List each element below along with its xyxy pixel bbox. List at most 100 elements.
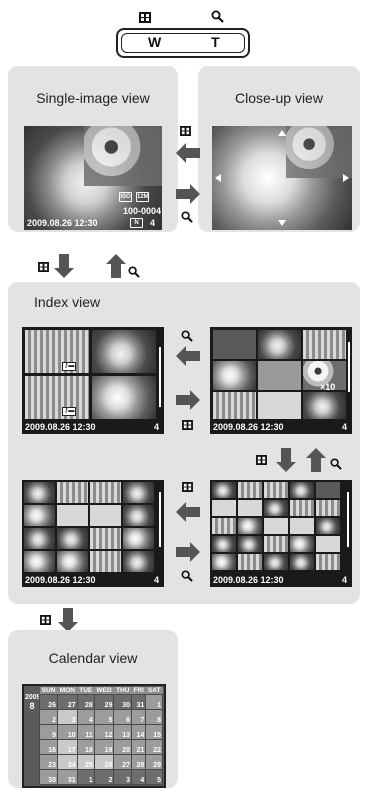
calendar-day[interactable]: 5 [145, 769, 163, 785]
calendar-day[interactable]: 4 [76, 709, 95, 725]
index-25-screen [210, 480, 352, 587]
calendar-day[interactable]: 1 [145, 694, 163, 710]
zoom-lever[interactable]: W T [116, 28, 250, 58]
calendar-day[interactable]: 6 [113, 709, 133, 725]
thumb [238, 536, 262, 552]
thumb [57, 528, 88, 549]
scrollbar[interactable] [159, 347, 161, 407]
calendar-day[interactable]: 2 [93, 769, 115, 785]
thumb [212, 554, 236, 570]
thumb [316, 536, 340, 552]
print-count: ×10 [320, 382, 336, 392]
calendar-day[interactable]: 13 [113, 724, 133, 740]
thumb [123, 528, 154, 549]
calendar-day[interactable]: 19 [93, 739, 115, 755]
datetime-stamp: 2009.08.26 12:30 [213, 575, 284, 585]
thumb [316, 482, 340, 498]
thumb [303, 330, 346, 359]
thumb [303, 392, 346, 419]
index-grid-icon [180, 126, 191, 136]
zoom-lever-inner [121, 33, 245, 53]
calendar-day[interactable]: 3 [113, 769, 133, 785]
calendar-day[interactable]: 24 [57, 754, 78, 770]
calendar-day[interactable]: 29 [93, 694, 115, 710]
calendar-day[interactable]: 2 [39, 709, 58, 725]
index-grid-icon [38, 262, 49, 272]
thumb [316, 518, 340, 534]
calendar-day[interactable]: 30 [39, 769, 58, 785]
scrollbar[interactable] [348, 342, 350, 392]
daisy-photo-part [84, 126, 162, 186]
calendar-day[interactable]: 22 [145, 739, 163, 755]
calendar-day[interactable]: 11 [76, 724, 95, 740]
thumb [258, 330, 301, 359]
calendar-day[interactable]: 4 [131, 769, 147, 785]
arrow-right-icon [176, 184, 200, 204]
image-size-icon: 12M [136, 192, 149, 202]
thumb [24, 528, 55, 549]
thumb [213, 330, 256, 359]
magnifier-icon [128, 266, 140, 278]
datetime-stamp: 2009.08.26 12:30 [213, 422, 284, 432]
calendar-day-header: MON [57, 687, 78, 695]
calendar-day[interactable]: 14 [131, 724, 147, 740]
magnifier-icon [330, 458, 342, 470]
thumb [258, 361, 301, 390]
calendar-day-header: SAT [145, 687, 163, 695]
thumb [290, 554, 314, 570]
calendar-day[interactable]: 8 [145, 709, 163, 725]
thumb [123, 505, 154, 526]
calendar-day[interactable]: 16 [39, 739, 58, 755]
scrollbar[interactable] [159, 492, 161, 547]
calendar-day[interactable]: 15 [145, 724, 163, 740]
index-9-screen: ×10 2009.08.26 12:30 4 [210, 327, 352, 434]
calendar-screen: 2009 8 SUN MON TUE WED THU FRI SAT 26 27 28 29 30 31… [22, 684, 166, 788]
calendar-day[interactable]: 30 [113, 694, 133, 710]
index-title: Index view [34, 294, 101, 310]
calendar-day[interactable]: 20 [113, 739, 133, 755]
calendar-day[interactable]: 18 [76, 739, 95, 755]
thumb [24, 505, 55, 526]
calendar-day[interactable]: 27 [113, 754, 133, 770]
datetime-stamp: 2009.08.26 12:30 [27, 218, 98, 228]
thumb [212, 536, 236, 552]
scrollbar[interactable] [347, 492, 349, 547]
calendar-day[interactable]: 26 [93, 754, 115, 770]
calendar-day[interactable]: 28 [76, 694, 95, 710]
calendar-day[interactable]: 3 [57, 709, 78, 725]
thumb [57, 482, 88, 503]
closeup-screen [212, 126, 352, 230]
arrow-down-icon [276, 448, 296, 472]
thumb [24, 551, 55, 572]
calendar-day[interactable]: 5 [93, 709, 115, 725]
calendar-day[interactable]: 31 [57, 769, 78, 785]
calendar-day[interactable]: 17 [57, 739, 78, 755]
thumb [238, 482, 262, 498]
thumb [92, 376, 156, 419]
calendar-day[interactable]: 12 [93, 724, 115, 740]
calendar-day[interactable]: 29 [145, 754, 163, 770]
calendar-day[interactable]: 10 [57, 724, 78, 740]
calendar-day[interactable]: 23 [39, 754, 58, 770]
thumb [316, 554, 340, 570]
index-grid-icon [40, 615, 51, 625]
calendar-day[interactable]: 7 [131, 709, 147, 725]
calendar-day[interactable]: 28 [131, 754, 147, 770]
index-grid-icon [256, 455, 267, 465]
thumb [264, 536, 288, 552]
calendar-day[interactable]: 26 [39, 694, 58, 710]
calendar-day[interactable]: 27 [57, 694, 78, 710]
calendar-day[interactable]: 9 [39, 724, 58, 740]
thumb [316, 500, 340, 516]
index-16-screen [22, 480, 164, 587]
thumb [290, 536, 314, 552]
arrow-right-icon [176, 390, 200, 410]
calendar-day[interactable]: 25 [76, 754, 95, 770]
thumb [264, 482, 288, 498]
calendar-day[interactable]: 31 [131, 694, 147, 710]
calendar-day[interactable]: 21 [131, 739, 147, 755]
magnifier-icon [181, 211, 193, 223]
arrow-left-icon [176, 143, 200, 163]
arrow-left-indicator [215, 174, 221, 182]
calendar-day[interactable]: 1 [76, 769, 95, 785]
